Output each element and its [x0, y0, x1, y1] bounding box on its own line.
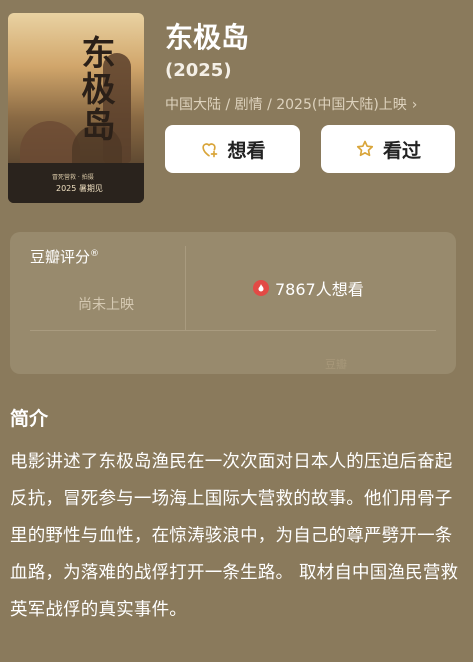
- chevron-right-icon: ›: [411, 97, 418, 113]
- intro-text: 电影讲述了东极岛渔民在一次次面对日本人的压迫后奋起反抗，冒死参与一场海上国际大营…: [10, 452, 459, 620]
- wish-count: 7867人想看: [253, 276, 364, 300]
- star-outline-icon: [356, 140, 374, 157]
- want-to-watch-button[interactable]: 想看: [165, 125, 300, 173]
- rating-panel: 豆瓣评分® 尚未上映 7867人想看 豆瓣: [10, 232, 456, 374]
- rating-label: 豆瓣评分®: [30, 248, 100, 266]
- flame-icon: [253, 280, 269, 296]
- watched-button[interactable]: 看过: [321, 125, 455, 173]
- want-label: 想看: [227, 139, 266, 162]
- movie-meta-link[interactable]: 中国大陆 / 剧情 / 2025(中国大陆)上映 ›: [165, 94, 417, 114]
- intro-title: 简介: [10, 408, 49, 430]
- movie-meta-text: 中国大陆 / 剧情 / 2025(中国大陆)上映: [165, 97, 407, 113]
- movie-year: (2025): [165, 60, 232, 81]
- rating-divider-horizontal: [30, 330, 436, 331]
- poster-title-art: 东极岛: [75, 35, 115, 143]
- rating-status: 尚未上映: [78, 297, 134, 313]
- wish-count-text: 7867人想看: [275, 280, 364, 299]
- rating-divider-vertical: [185, 246, 186, 330]
- seen-label: 看过: [382, 139, 421, 162]
- heart-plus-icon: [202, 143, 218, 158]
- movie-poster[interactable]: 东极岛 冒死营救 · 拍摄 2025 暑期见: [8, 13, 144, 203]
- poster-small-text: 冒死营救 · 拍摄: [52, 174, 94, 181]
- movie-title: 东极岛: [165, 21, 250, 54]
- rating-faint-text: 豆瓣: [325, 358, 347, 371]
- poster-caption: 2025 暑期见: [56, 184, 103, 193]
